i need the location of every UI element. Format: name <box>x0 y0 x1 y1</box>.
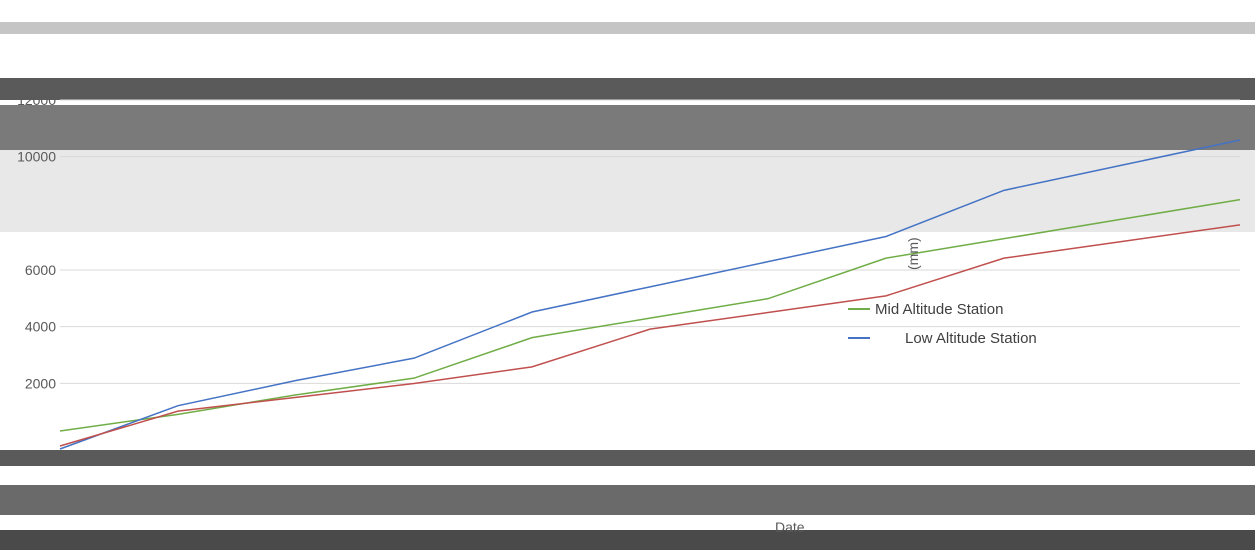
y-tick-label: 4000 <box>25 319 56 335</box>
y-tick-label: 12000 <box>17 92 56 108</box>
series-line-1 <box>59 139 1241 450</box>
series-line-2 <box>59 224 1241 447</box>
x-axis-title: Date <box>775 519 805 535</box>
y-axis-title: (mm) <box>905 237 921 270</box>
chart: 2000 4000 6000 10000 12000 (mm) Date Mid Alt… <box>17 92 1241 535</box>
y-tick-label: 6000 <box>25 262 56 278</box>
series-line-0 <box>59 198 1241 432</box>
legend: Mid Altitude Station Low Altitude Statio… <box>848 301 1037 347</box>
y-tick-label: 2000 <box>25 375 56 391</box>
y-tick-labels: 2000 4000 6000 10000 12000 <box>17 92 56 391</box>
legend-label-low: Low Altitude Station <box>905 330 1037 347</box>
series-lines <box>59 139 1241 450</box>
legend-label-mid: Mid Altitude Station <box>875 301 1003 318</box>
grid-lines <box>60 99 1240 384</box>
y-tick-label: 10000 <box>17 149 56 165</box>
